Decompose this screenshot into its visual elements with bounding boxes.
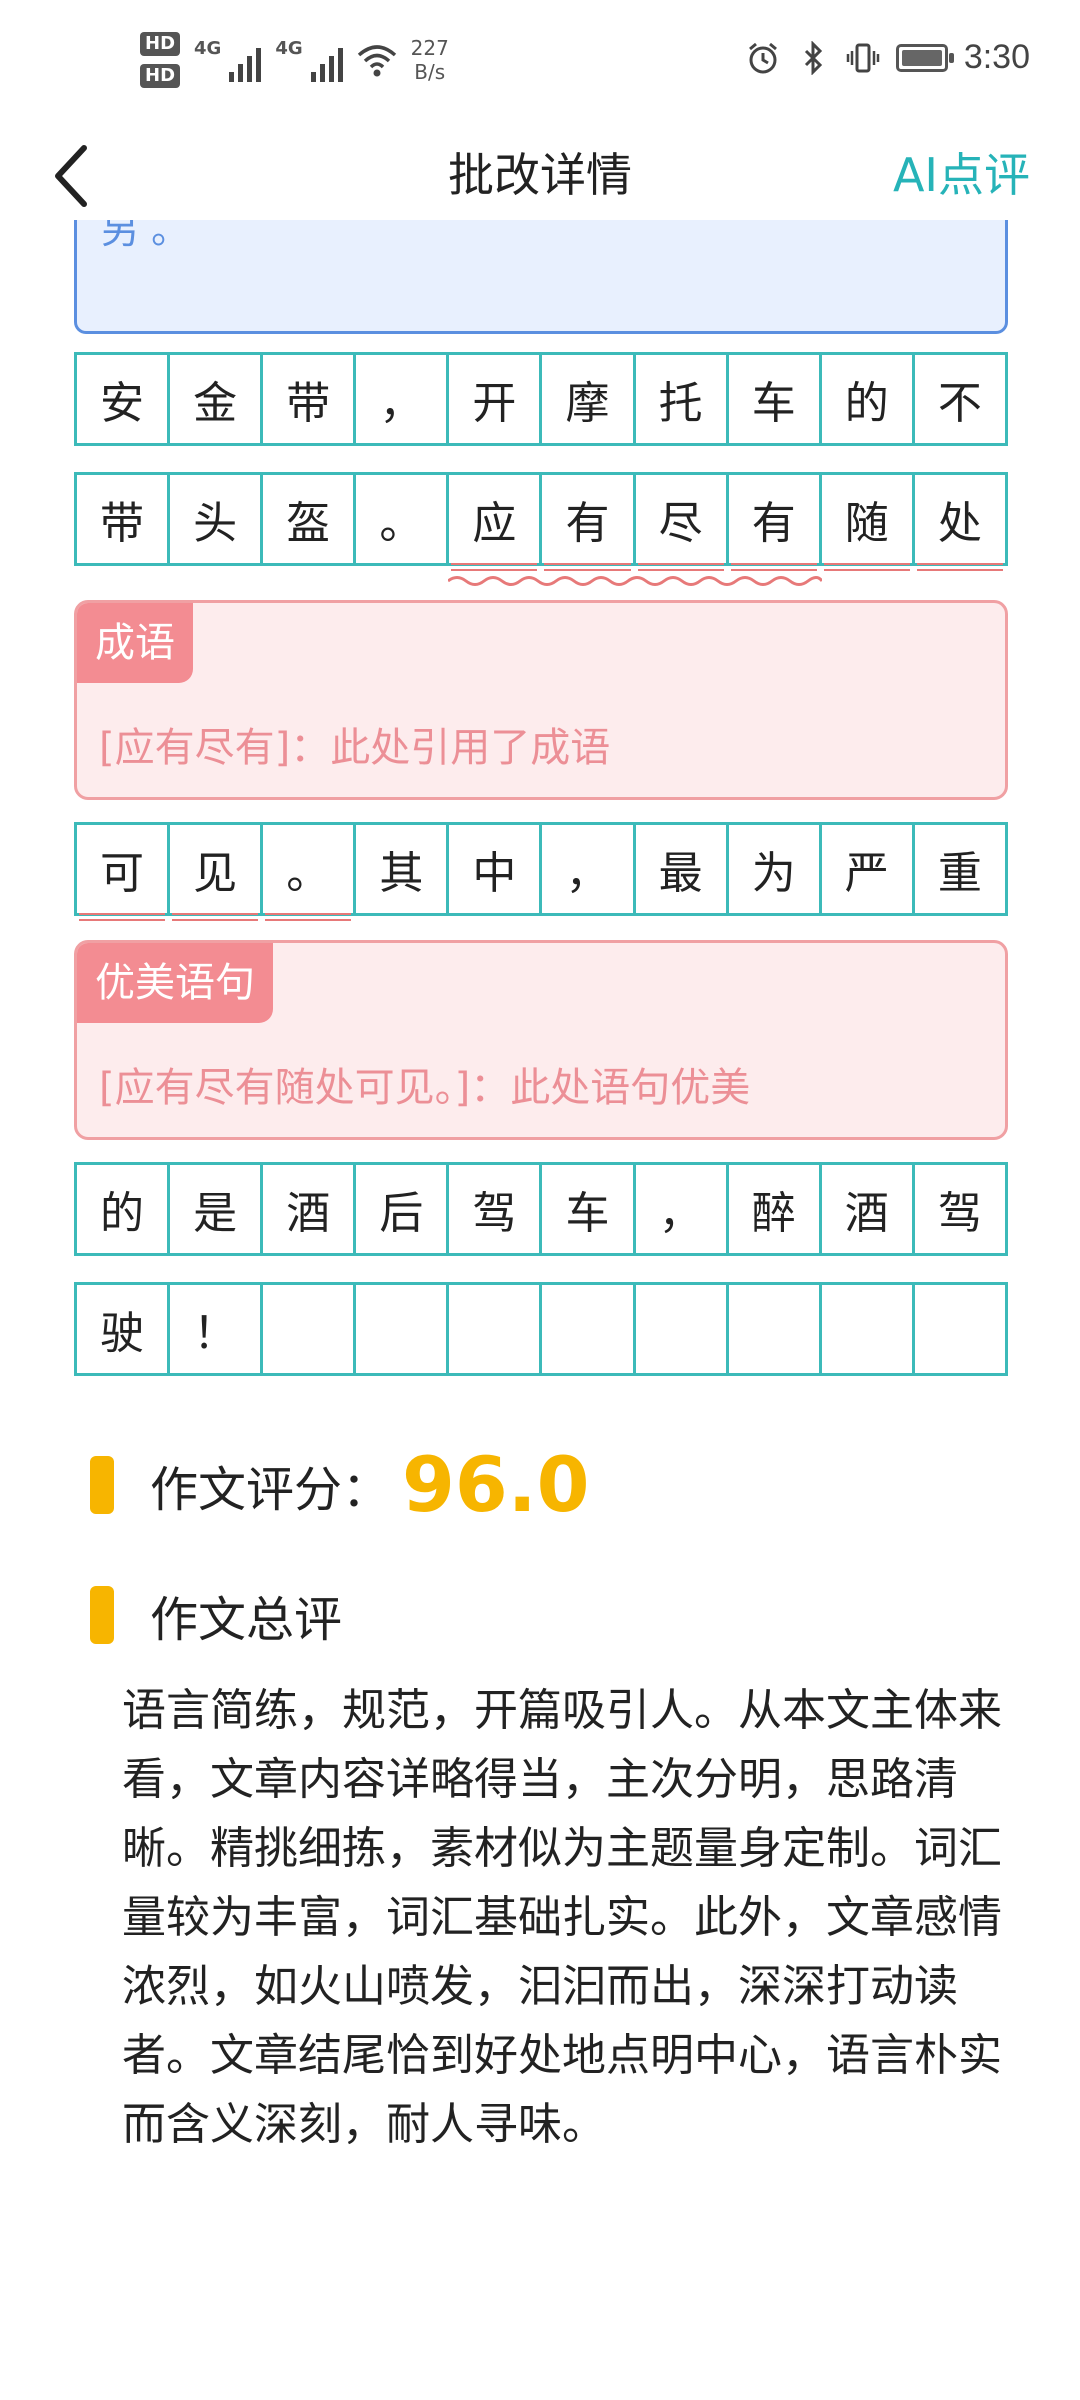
essay-cell: 其 [356,825,450,913]
essay-cell: 驾 [449,1165,543,1253]
essay-cell: 驶 [77,1285,171,1373]
essay-cell: 摩 [542,355,636,443]
essay-cell: 醉 [729,1165,822,1253]
sentence-underline [823,563,910,571]
status-bar: HD HD 4G 4G 227 B/s 3:30 [0,0,1080,130]
essay-cell: 。 [263,825,357,921]
essay-cell [636,1285,729,1373]
essay-cell: 有 [729,475,822,571]
essay-row-2: 带头盔。应有尽有随处 [74,472,1008,571]
comment-text: [应有尽有随处可见。]：此处语句优美 [99,1065,751,1111]
app-header: 批改详情 AI点评 [0,130,1080,220]
essay-cell: 。 [356,475,450,563]
sentence-underline [916,563,1003,571]
net-speed-unit: B/s [414,60,446,84]
essay-cell [822,1285,915,1373]
essay-cell [449,1285,543,1373]
essay-cell: 头 [170,475,264,563]
comment-card-idiom[interactable]: 成语 [应有尽有]：此处引用了成语 [74,600,1008,800]
essay-cell: 后 [356,1165,450,1253]
score-section: 作文评分： 96.0 [90,1440,590,1529]
bluetooth-icon [804,40,822,75]
sentence-underline [544,563,631,571]
essay-cell: ， [542,825,636,913]
essay-cell [729,1285,822,1373]
essay-row-1: 安金带，开摩托车的不 [74,352,1008,446]
essay-row-4: 的是酒后驾车，醉酒驾 [74,1162,1008,1256]
essay-cell: 为 [729,825,822,913]
essay-cell: 是 [170,1165,264,1253]
sentence-underline [265,913,352,921]
essay-cell: 的 [822,355,915,443]
idiom-wavy-underline [448,576,822,586]
essay-cell: 金 [170,355,264,443]
essay-cell: 盔 [263,475,357,563]
sentence-underline [79,913,166,921]
essay-cell: 处 [915,475,1005,571]
signal-sim2-icon: 4G [275,38,343,82]
sim2-label: 4G [275,38,303,59]
essay-cell: 安 [77,355,171,443]
essay-cell: 见 [170,825,264,921]
essay-cell [263,1285,357,1373]
essay-cell: 的 [77,1165,171,1253]
section-marker [90,1455,114,1514]
essay-cell: 严 [822,825,915,913]
essay-cell: 应 [449,475,543,571]
essay-row-3: 可见。其中，最为严重 [74,822,1008,921]
essay-cell: ， [356,355,450,443]
essay-cell: 带 [77,475,171,563]
essay-cell [542,1285,636,1373]
sentence-underline [172,913,259,921]
hd2-badge: HD [140,64,181,88]
alarm-icon [748,42,777,73]
essay-cell [915,1285,1005,1373]
essay-cell: 托 [636,355,729,443]
comment-text: [应有尽有]：此处引用了成语 [99,725,611,771]
essay-cell: 尽 [636,475,729,571]
summary-label: 作文总评 [150,1592,343,1648]
sentence-underline [730,563,817,571]
essay-cell: ！ [170,1285,264,1373]
essay-cell: 酒 [822,1165,915,1253]
wifi-icon [357,45,396,77]
essay-cell: 带 [263,355,357,443]
comment-tag: 成语 [77,603,193,683]
net-speed: 227 B/s [411,36,449,84]
section-marker [90,1586,114,1644]
essay-cell: 驾 [937,1188,982,1239]
score-value: 96.0 [402,1440,590,1529]
clock: 3:30 [963,38,1030,76]
summary-text: 语言简练，规范，开篇吸引人。从本文主体来看，文章内容详略得当，主次分明，思路清晰… [122,1685,1002,2150]
ai-review-button[interactable]: AI点评 [893,130,1030,220]
sentence-underline [637,563,724,571]
essay-row-5: 驶！ [74,1282,1008,1376]
essay-cell: 不 [937,378,982,429]
comment-tag: 优美语句 [77,943,273,1023]
essay-cell: 中 [449,825,543,913]
essay-cell [356,1285,450,1373]
essay-cell: 随 [822,475,915,571]
essay-cell: 酒 [263,1165,357,1253]
score-label: 作文评分： [150,1461,391,1518]
essay-cell: 重 [937,848,982,899]
essay-cell: 有 [542,475,636,571]
essay-cell: 最 [636,825,729,913]
essay-cell: 开 [449,355,543,443]
signal-sim1-icon: 4G [194,38,262,82]
vibrate-icon [846,43,880,72]
essay-cell: 可 [77,825,171,921]
essay-cell: 车 [542,1165,636,1253]
summary-section-header: 作文总评 [90,1580,342,1650]
hd1-badge: HD [140,32,181,56]
net-speed-value: 227 [410,36,449,60]
essay-cell: ， [636,1165,729,1253]
essay-cell: 车 [729,355,822,443]
sentence-underline [451,563,538,571]
battery-icon [895,43,954,72]
sim1-label: 4G [194,38,222,59]
comment-card-beautiful-sentence[interactable]: 优美语句 [应有尽有随处可见。]：此处语句优美 [74,940,1008,1140]
